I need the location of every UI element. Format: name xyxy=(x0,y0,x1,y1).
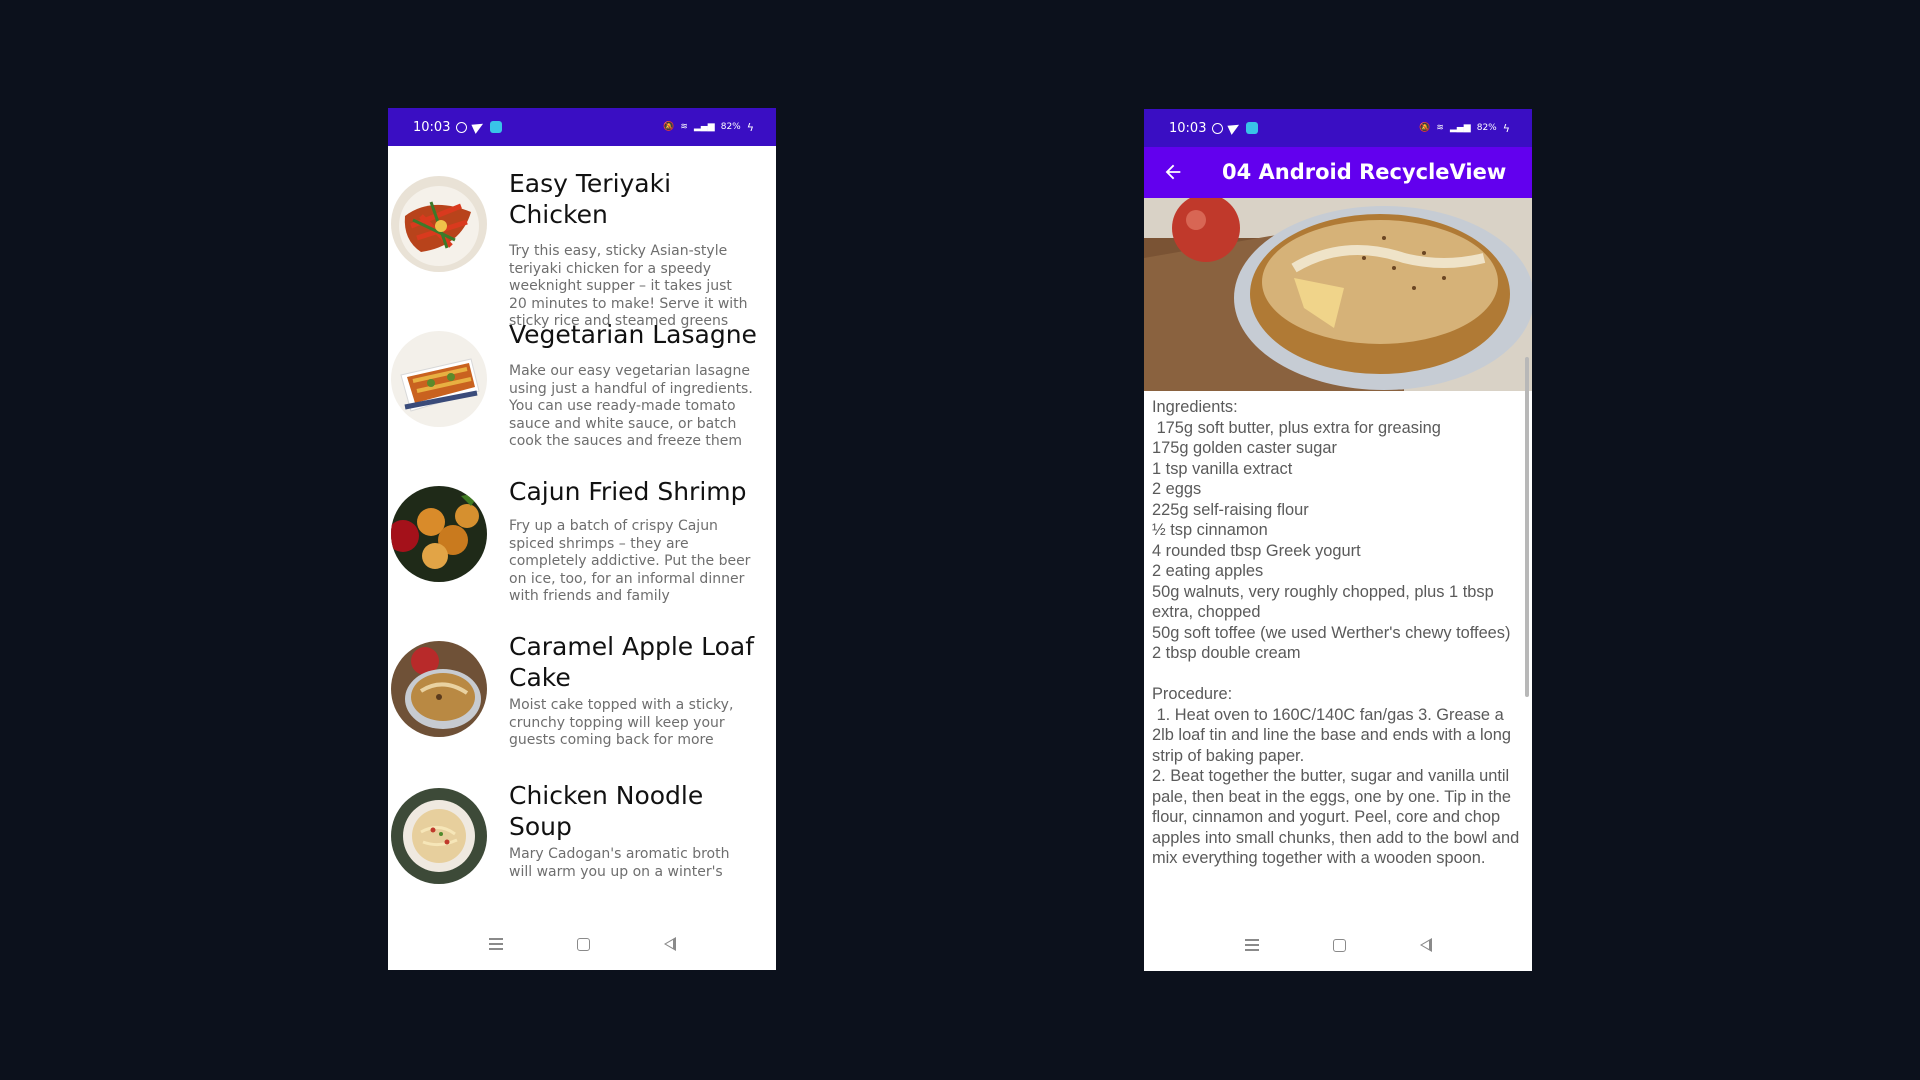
whatsapp-icon xyxy=(1212,122,1224,134)
recipe-details-text: Ingredients: 175g soft butter, plus extr… xyxy=(1152,398,1520,867)
back-arrow-icon[interactable] xyxy=(1162,161,1184,183)
app-title: 04 Android RecycleView xyxy=(1222,160,1507,184)
app-icon xyxy=(1246,122,1259,134)
recipe-title: Caramel Apple Loaf Cake xyxy=(509,632,755,692)
recipe-thumbnail xyxy=(391,641,487,737)
status-time: 10:03 xyxy=(413,119,451,135)
list-item[interactable]: Easy Teriyaki Chicken Try this easy, sti… xyxy=(388,146,776,329)
list-item[interactable]: Cajun Fried Shrimp Fry up a batch of cri… xyxy=(388,456,776,611)
back-icon[interactable] xyxy=(663,937,676,951)
list-item[interactable]: Vegetarian Lasagne Make our easy vegetar… xyxy=(388,301,776,456)
recipe-title: Easy Teriyaki Chicken xyxy=(509,169,672,229)
recipe-description: Fry up a batch of crispy Cajun spiced sh… xyxy=(509,518,751,605)
home-icon[interactable] xyxy=(1332,938,1346,952)
back-icon[interactable] xyxy=(1419,938,1432,952)
recipe-description: Mary Cadogan's aromatic broth will warm … xyxy=(509,846,730,880)
battery-level: 82% xyxy=(720,122,741,132)
charging-icon: ϟ xyxy=(1502,121,1510,135)
recipe-thumbnail xyxy=(391,331,487,427)
app-bar: 04 Android RecycleView xyxy=(1144,147,1532,198)
list-item[interactable]: Caramel Apple Loaf Cake Moist cake toppe… xyxy=(388,611,776,766)
whatsapp-icon xyxy=(456,121,468,133)
recipe-title: Vegetarian Lasagne xyxy=(509,320,757,349)
telegram-icon xyxy=(471,120,487,134)
mute-icon: 🔕 xyxy=(1419,123,1431,133)
wifi-icon: ≋ xyxy=(680,122,688,132)
recipe-description: Make our easy vegetarian lasagne using j… xyxy=(509,363,753,450)
recipe-thumbnail xyxy=(391,176,487,272)
recents-icon[interactable] xyxy=(488,938,503,950)
recipe-thumbnail xyxy=(391,486,487,582)
navigation-bar xyxy=(388,918,776,970)
recipe-detail-screen: 10:03 🔕 ≋ ▂▄▆ 82% ϟ 04 Android RecycleVi… xyxy=(1144,109,1532,971)
battery-level: 82% xyxy=(1476,123,1497,133)
mute-icon: 🔕 xyxy=(663,122,675,132)
recipe-title: Cajun Fried Shrimp xyxy=(509,477,747,506)
navigation-bar xyxy=(1144,919,1532,971)
status-bar: 10:03 🔕 ≋ ▂▄▆ 82% ϟ xyxy=(1144,109,1532,147)
scrollbar[interactable] xyxy=(1525,357,1529,697)
charging-icon: ϟ xyxy=(746,120,754,134)
wifi-icon: ≋ xyxy=(1436,123,1444,133)
recipe-hero-image xyxy=(1144,198,1532,391)
telegram-icon xyxy=(1227,121,1243,135)
home-icon[interactable] xyxy=(576,937,590,951)
recipe-description: Moist cake topped with a sticky, crunchy… xyxy=(509,697,734,749)
recipe-title: Chicken Noodle Soup xyxy=(509,781,704,841)
recipe-list-screen: 10:03 🔕 ≋ ▂▄▆ 82% ϟ Easy Teriyaki Chicke… xyxy=(388,108,776,970)
recipe-list[interactable]: Easy Teriyaki Chicken Try this easy, sti… xyxy=(388,146,776,918)
signal-icon: ▂▄▆ xyxy=(1449,123,1471,133)
list-item[interactable]: Chicken Noodle Soup Mary Cadogan's aroma… xyxy=(388,766,776,918)
recents-icon[interactable] xyxy=(1244,939,1259,951)
status-time: 10:03 xyxy=(1169,120,1207,136)
app-icon xyxy=(490,121,503,133)
recipe-thumbnail xyxy=(391,788,487,884)
signal-icon: ▂▄▆ xyxy=(693,122,715,132)
status-bar: 10:03 🔕 ≋ ▂▄▆ 82% ϟ xyxy=(388,108,776,146)
